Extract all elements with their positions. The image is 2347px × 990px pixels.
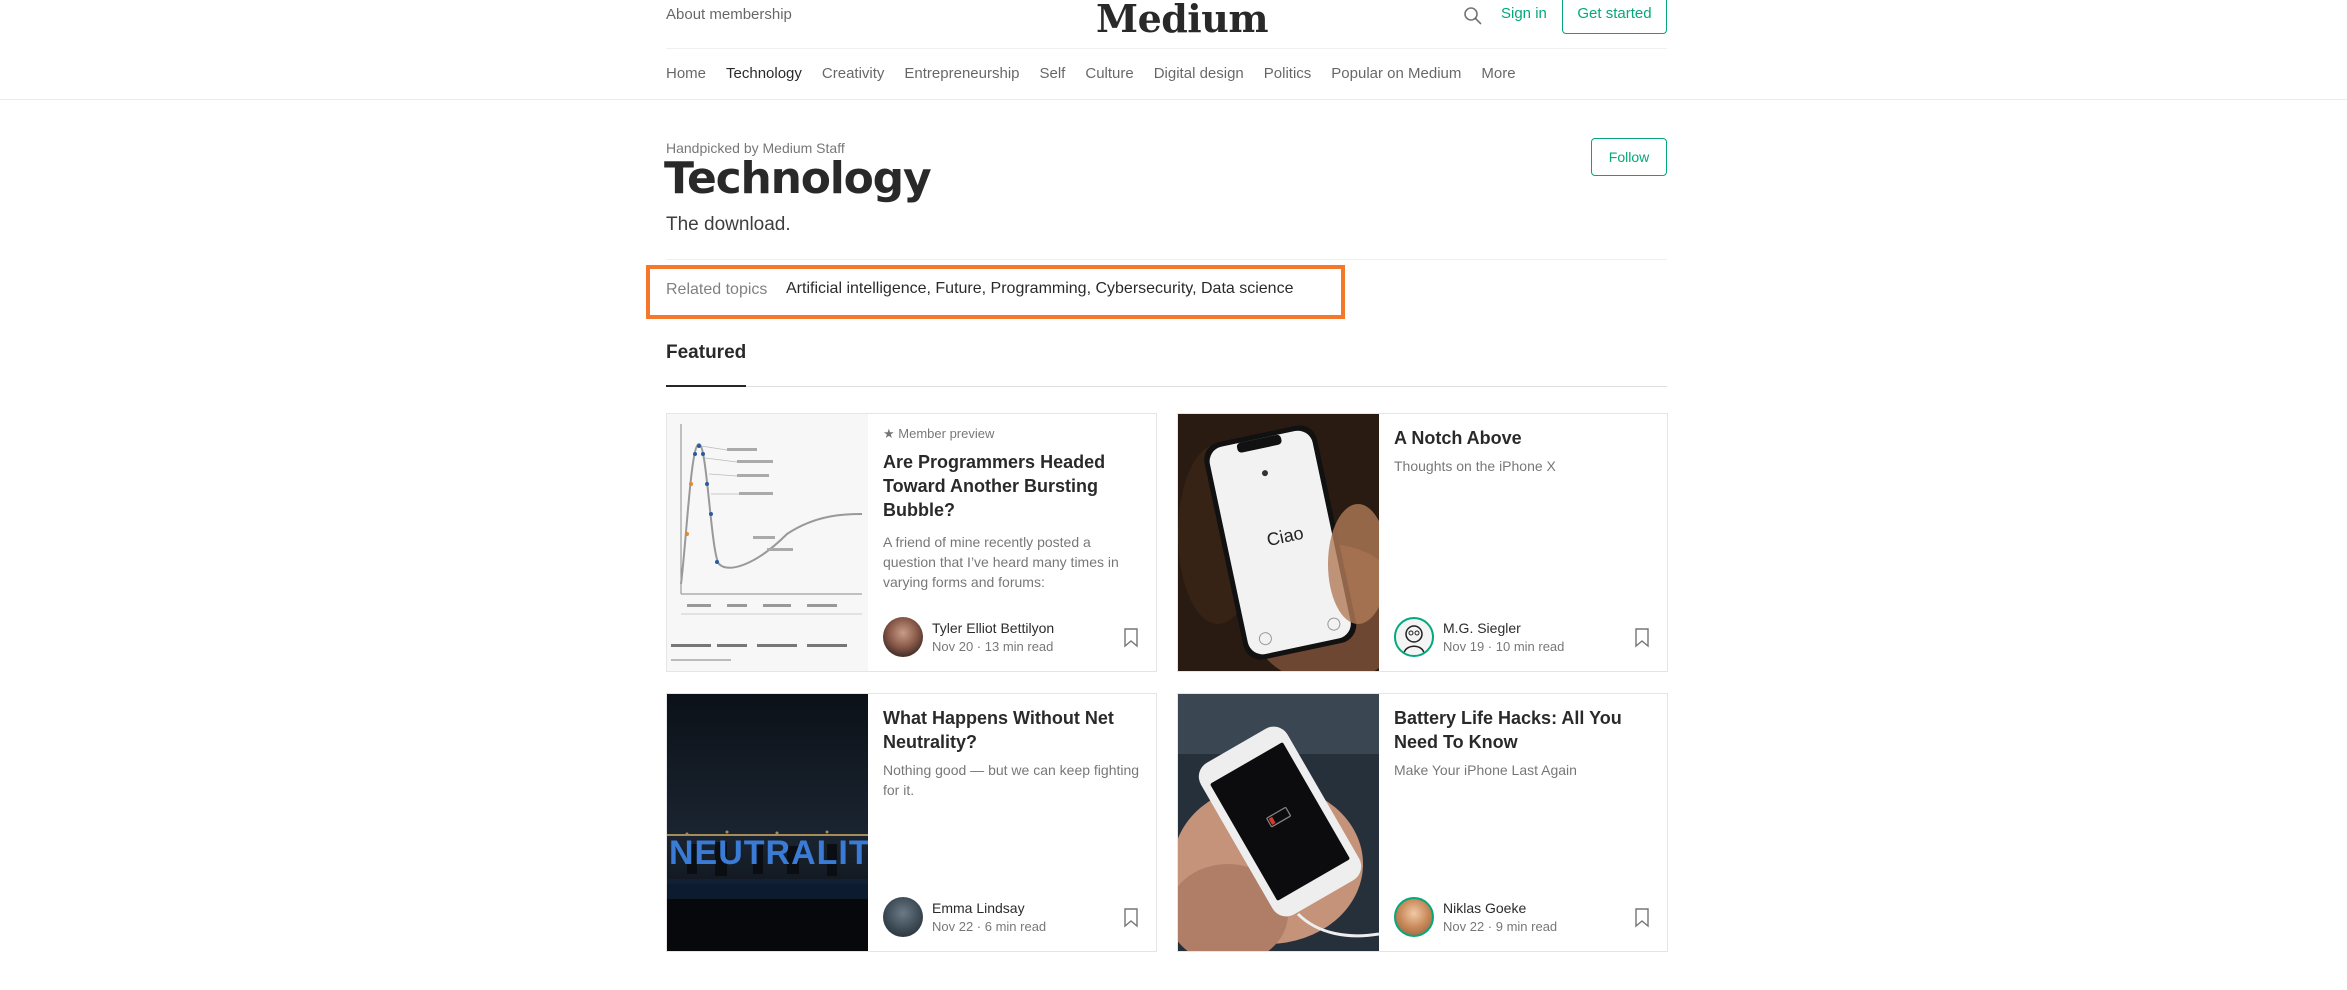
topic-link-ai[interactable]: Artificial intelligence [786, 280, 927, 297]
author-name[interactable]: Tyler Elliot Bettilyon [932, 620, 1054, 636]
card-body: What Happens Without Net Neutrality? Not… [883, 706, 1143, 800]
bookmark-icon[interactable] [1634, 628, 1650, 648]
story-card[interactable]: NEUTRALITY What Happens Without Net Neut… [666, 693, 1157, 952]
hero-divider [666, 259, 1667, 260]
story-title[interactable]: What Happens Without Net Neutrality? [883, 706, 1143, 754]
avatar[interactable] [883, 617, 923, 657]
nav-item-digital-design[interactable]: Digital design [1154, 65, 1244, 82]
get-started-button[interactable]: Get started [1562, 0, 1667, 34]
avatar[interactable] [1394, 897, 1434, 937]
card-body: Battery Life Hacks: All You Need To Know… [1394, 706, 1654, 780]
story-card[interactable]: Ciao A Notch Above Thoughts on the iPhon… [1177, 413, 1668, 672]
story-meta: Nov 19 · 10 min read [1443, 639, 1565, 654]
member-preview-badge: ★ Member preview [883, 426, 1143, 442]
sign-in-link[interactable]: Sign in [1501, 5, 1547, 22]
author-block: M.G. Siegler Nov 19 · 10 min read [1394, 617, 1564, 657]
header-divider [666, 48, 1667, 49]
author-name[interactable]: Emma Lindsay [932, 900, 1046, 916]
story-subtitle[interactable]: Thoughts on the iPhone X [1394, 456, 1654, 476]
nav-item-popular[interactable]: Popular on Medium [1331, 65, 1461, 82]
featured-heading: Featured [666, 342, 747, 363]
iphone-battery-thumbnail[interactable] [1178, 694, 1379, 951]
author-name[interactable]: M.G. Siegler [1443, 620, 1564, 636]
avatar[interactable] [883, 897, 923, 937]
nav-item-politics[interactable]: Politics [1264, 65, 1312, 82]
follow-button[interactable]: Follow [1591, 138, 1667, 176]
story-subtitle[interactable]: A friend of mine recently posted a quest… [883, 532, 1143, 592]
story-card[interactable]: Battery Life Hacks: All You Need To Know… [1177, 693, 1668, 952]
star-icon: ★ [883, 426, 899, 441]
nav-item-creativity[interactable]: Creativity [822, 65, 885, 82]
page-title: Technology [664, 153, 932, 204]
page-subtitle: The download. [666, 214, 791, 235]
topic-link-cybersecurity[interactable]: Cybersecurity [1095, 280, 1192, 297]
topic-separator: , [1192, 280, 1201, 297]
card-body: ★ Member preview Are Programmers Headed … [883, 426, 1143, 592]
topic-separator: , [981, 280, 991, 297]
author-block: Emma Lindsay Nov 22 · 6 min read [883, 897, 1046, 937]
story-title[interactable]: Battery Life Hacks: All You Need To Know [1394, 706, 1654, 754]
story-meta: Nov 22 · 6 min read [932, 919, 1047, 934]
topic-link-future[interactable]: Future [935, 280, 981, 297]
author-block: Niklas Goeke Nov 22 · 9 min read [1394, 897, 1557, 937]
avatar[interactable] [1394, 617, 1434, 657]
story-meta: Nov 22 · 9 min read [1443, 919, 1558, 934]
topic-link-programming[interactable]: Programming [991, 280, 1087, 297]
story-subtitle[interactable]: Nothing good — but we can keep fighting … [883, 760, 1143, 800]
nav-item-technology[interactable]: Technology [726, 65, 802, 82]
card-body: A Notch Above Thoughts on the iPhone X [1394, 426, 1654, 476]
bookmark-icon[interactable] [1634, 908, 1650, 928]
story-card[interactable]: ★ Member preview Are Programmers Headed … [666, 413, 1157, 672]
thumbnail-caption: NEUTRALITY [669, 834, 868, 872]
bookmark-icon[interactable] [1123, 628, 1139, 648]
hype-cycle-chart-thumbnail[interactable] [667, 414, 868, 671]
related-topics-list: Artificial intelligence, Future, Program… [786, 280, 1293, 298]
medium-logo[interactable]: Medium [1096, 0, 1269, 41]
member-preview-label: Member preview [898, 426, 995, 441]
story-title[interactable]: A Notch Above [1394, 426, 1654, 450]
about-membership-link[interactable]: About membership [666, 6, 792, 23]
bookmark-icon[interactable] [1123, 908, 1139, 928]
story-subtitle[interactable]: Make Your iPhone Last Again [1394, 760, 1654, 780]
search-icon[interactable] [1463, 6, 1483, 26]
author-block: Tyler Elliot Bettilyon Nov 20 · 13 min r… [883, 617, 1054, 657]
net-neutrality-thumbnail[interactable]: NEUTRALITY [667, 694, 868, 951]
story-title[interactable]: Are Programmers Headed Toward Another Bu… [883, 450, 1143, 522]
nav-item-self[interactable]: Self [1040, 65, 1066, 82]
iphone-x-thumbnail[interactable]: Ciao [1178, 414, 1379, 671]
nav-item-home[interactable]: Home [666, 65, 706, 82]
nav-item-entrepreneurship[interactable]: Entrepreneurship [904, 65, 1019, 82]
featured-divider [666, 386, 1667, 387]
story-meta: Nov 20 · 13 min read [932, 639, 1054, 654]
nav-item-culture[interactable]: Culture [1085, 65, 1133, 82]
featured-underline [666, 385, 746, 387]
related-topics-label: Related topics [666, 281, 768, 298]
topic-nav: Home Technology Creativity Entrepreneurs… [666, 65, 1536, 82]
nav-item-more[interactable]: More [1481, 65, 1515, 82]
topic-link-data-science[interactable]: Data science [1201, 280, 1294, 297]
author-name[interactable]: Niklas Goeke [1443, 900, 1557, 916]
